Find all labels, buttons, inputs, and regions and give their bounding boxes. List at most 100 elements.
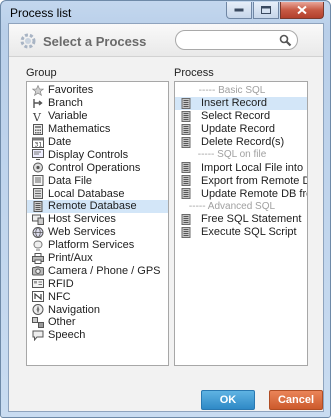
variable-icon: V: [32, 111, 44, 122]
group-item-label: Speech: [48, 329, 86, 342]
nfc-icon: [32, 291, 44, 303]
group-item-label: Branch: [48, 97, 83, 110]
group-item-label: Favorites: [48, 84, 94, 97]
platform-services-icon: [32, 240, 44, 251]
group-item-variable[interactable]: V Variable: [27, 110, 168, 123]
group-list[interactable]: Favorites Branch V Variable Mathematics 31 Dat…: [26, 81, 169, 366]
group-item-label: Control Operations: [48, 161, 141, 174]
rfid-icon: [32, 278, 44, 289]
title-bar[interactable]: Process list: [1, 1, 330, 23]
host-services-icon: [32, 214, 44, 225]
process-item-free-sql-statement[interactable]: Free SQL Statement: [175, 213, 307, 226]
web-services-icon: [32, 226, 44, 238]
process-item-label: Insert Record: [201, 97, 268, 110]
group-item-label: Mathematics: [48, 123, 111, 136]
process-item-icon: [180, 97, 192, 109]
group-item-label: NFC: [48, 290, 71, 303]
group-item-remote-database[interactable]: Remote Database: [27, 200, 168, 213]
process-item-execute-sql-script[interactable]: Execute SQL Script: [175, 226, 307, 239]
process-item-label: Export from Remote DB: [201, 174, 308, 187]
minimize-button[interactable]: [226, 2, 252, 19]
group-item-label: Data File: [48, 174, 93, 187]
close-icon: [297, 5, 307, 15]
local-database-icon: [32, 188, 44, 200]
star-icon: [32, 84, 44, 96]
group-item-label: Variable: [48, 110, 88, 123]
process-item-delete-record-s[interactable]: Delete Record(s): [175, 136, 307, 149]
group-item-label: Local Database: [48, 187, 125, 200]
group-item-favorites[interactable]: Favorites: [27, 84, 168, 97]
svg-text:V: V: [32, 111, 42, 122]
group-item-rfid[interactable]: RFID: [27, 277, 168, 290]
group-item-control-operations[interactable]: Control Operations: [27, 161, 168, 174]
process-item-icon: [180, 188, 192, 200]
branch-icon: [32, 98, 44, 109]
process-item-label: Select Record: [201, 110, 271, 123]
process-list[interactable]: ----- Basic SQL Insert Record Select Recor…: [174, 81, 308, 366]
close-button[interactable]: [280, 2, 324, 19]
process-item-label: Execute SQL Script: [201, 226, 297, 239]
process-item-export-from-remote-db[interactable]: Export from Remote DB: [175, 174, 307, 187]
process-item-select-record[interactable]: Select Record: [175, 110, 307, 123]
group-item-label: Display Controls: [48, 148, 129, 161]
search-input[interactable]: [184, 33, 278, 47]
process-item-label: Delete Record(s): [201, 136, 285, 148]
group-item-navigation[interactable]: Navigation: [27, 303, 168, 316]
group-item-label: Other: [48, 316, 76, 329]
process-separator: ----- Basic SQL: [198, 84, 266, 96]
group-item-mathematics[interactable]: Mathematics: [27, 123, 168, 136]
group-item-label: Web Services: [48, 226, 116, 239]
ok-button[interactable]: OK: [201, 390, 255, 410]
process-item-icon: [180, 123, 192, 135]
group-item-display-controls[interactable]: Display Controls: [27, 148, 168, 161]
process-item-icon: [180, 162, 192, 174]
process-item-icon: [180, 175, 192, 187]
group-item-host-services[interactable]: Host Services: [27, 213, 168, 226]
process-item-insert-record[interactable]: Insert Record: [175, 96, 307, 110]
process-separator: ----- SQL on file: [197, 149, 267, 161]
calendar-icon: 31: [32, 137, 44, 148]
data-file-icon: [32, 175, 44, 187]
group-item-branch[interactable]: Branch: [27, 97, 168, 110]
process-item-icon: [180, 136, 192, 148]
group-item-other[interactable]: Other: [27, 316, 168, 329]
svg-text:31: 31: [35, 141, 43, 147]
navigation-icon: [32, 304, 44, 316]
window-title: Process list: [10, 6, 72, 20]
search-icon[interactable]: [279, 34, 292, 47]
group-item-platform-services[interactable]: Platform Services: [27, 239, 168, 252]
process-item-import-local-file-into-r[interactable]: Import Local File into R: [175, 161, 307, 174]
other-icon: [32, 316, 44, 328]
process-column-label: Process: [174, 67, 214, 79]
printer-icon: [32, 252, 44, 264]
control-operations-icon: [32, 162, 44, 173]
group-item-print-aux[interactable]: Print/Aux: [27, 252, 168, 265]
group-item-local-database[interactable]: Local Database: [27, 187, 168, 200]
process-item-update-remote-db-fron[interactable]: Update Remote DB fron: [175, 187, 307, 200]
search-box[interactable]: [175, 30, 298, 50]
remote-database-icon: [32, 200, 44, 212]
calculator-icon: [32, 123, 44, 135]
maximize-button[interactable]: [253, 2, 279, 19]
process-item-update-record[interactable]: Update Record: [175, 123, 307, 136]
group-item-label: Date: [48, 136, 72, 148]
group-column-label: Group: [26, 67, 57, 79]
group-item-data-file[interactable]: Data File: [27, 174, 168, 187]
process-item-icon: [180, 213, 192, 225]
process-item-label: Update Remote DB fron: [201, 187, 308, 200]
group-item-camera-phone-gps[interactable]: Camera / Phone / GPS: [27, 264, 168, 277]
minimize-icon: [234, 8, 244, 12]
group-item-web-services[interactable]: Web Services: [27, 226, 168, 239]
process-item-icon: [180, 226, 192, 238]
maximize-icon: [261, 6, 271, 14]
group-item-nfc[interactable]: NFC: [27, 290, 168, 303]
process-item-label: Free SQL Statement: [201, 213, 302, 226]
group-item-date[interactable]: 31 Date: [27, 136, 168, 149]
process-item-label: Import Local File into R: [201, 161, 308, 174]
process-list-window: Process list Select a Process Group Proc…: [0, 0, 331, 418]
group-item-label: Print/Aux: [48, 252, 93, 265]
group-item-label: RFID: [48, 277, 74, 290]
cancel-button[interactable]: Cancel: [269, 390, 323, 410]
group-item-speech[interactable]: Speech: [27, 329, 168, 342]
process-item-icon: [180, 110, 192, 122]
